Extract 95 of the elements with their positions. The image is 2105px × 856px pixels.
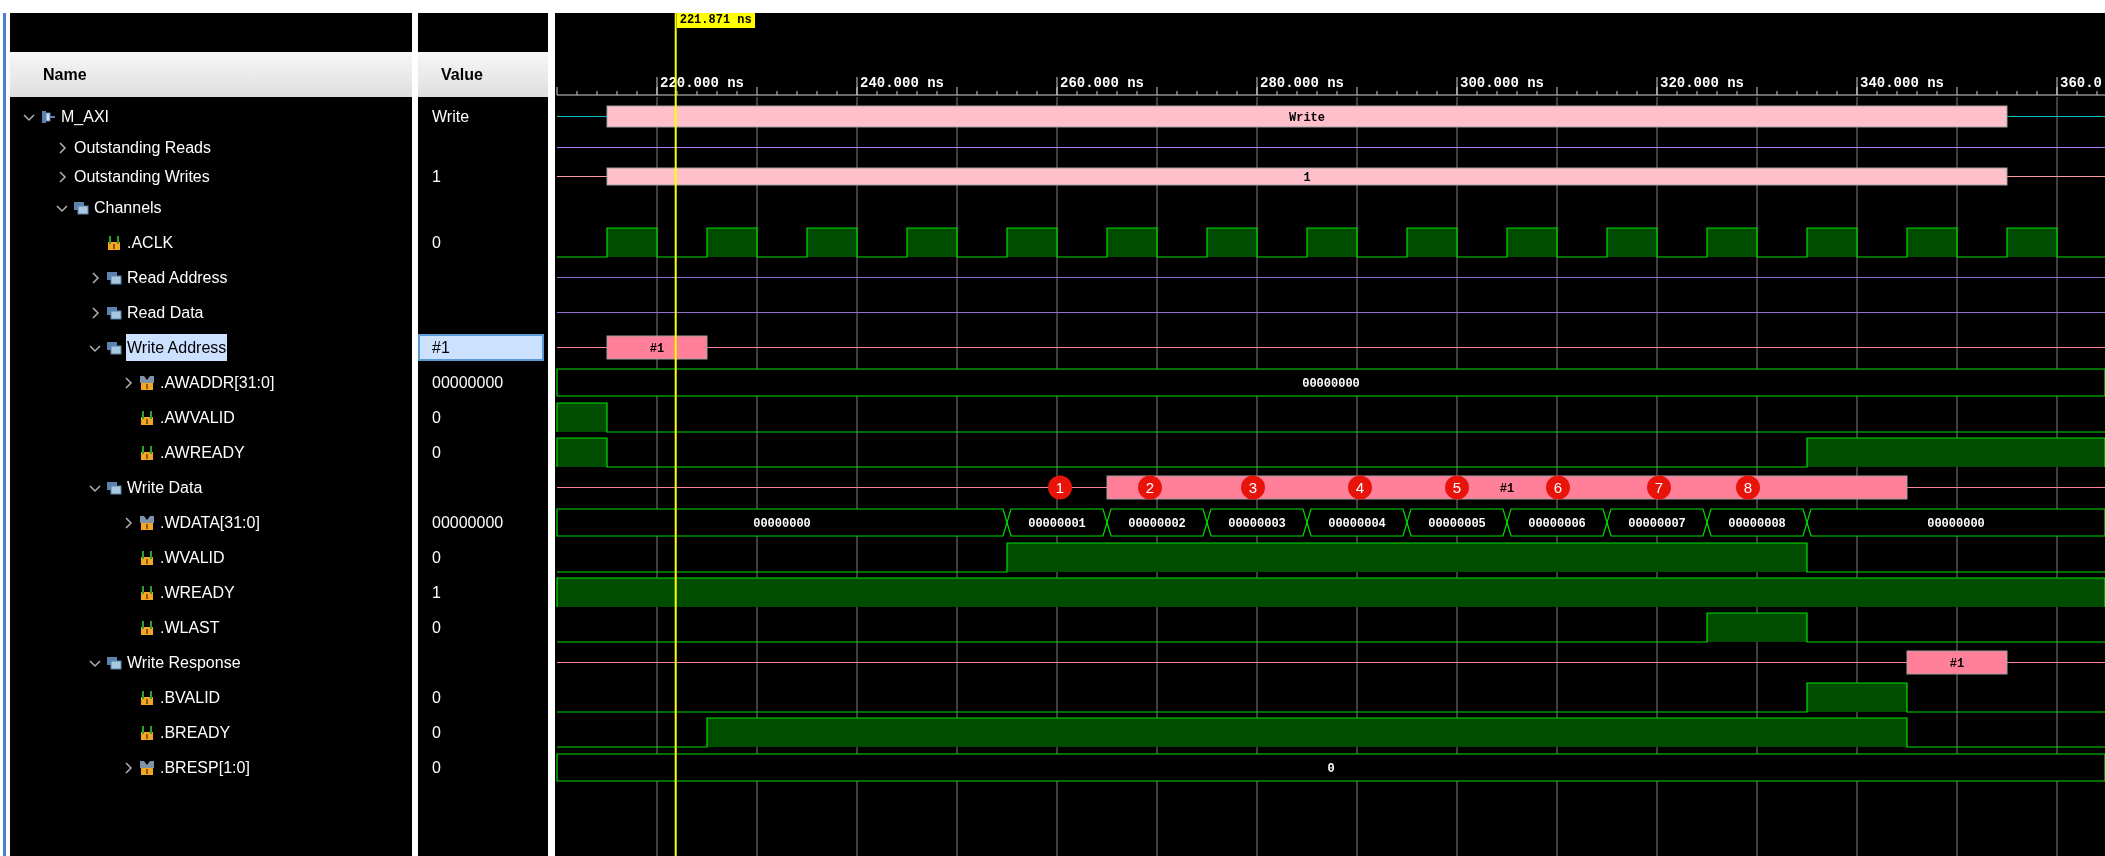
signal-name[interactable]: Write Address <box>126 334 228 361</box>
stacked-squares-icon <box>106 304 122 321</box>
time-label: 340.000 ns <box>1860 75 1944 91</box>
signal-value: #1 <box>418 334 544 361</box>
bus-icon <box>139 514 155 531</box>
signal-name[interactable]: Channels <box>93 194 163 222</box>
signal-icon <box>139 584 155 601</box>
signal-value: 1 <box>431 166 441 187</box>
time-label: 280.000 ns <box>1260 75 1344 91</box>
bus-value: 00000008 <box>1728 516 1786 531</box>
marker-number: 6 <box>1553 478 1563 496</box>
time-label: 240.000 ns <box>860 75 944 91</box>
bus-value: 00000003 <box>1228 516 1286 531</box>
signal-name[interactable]: .AWVALID <box>159 404 236 431</box>
bus-value: 00000000 <box>1302 376 1360 391</box>
stacked-squares-icon <box>106 339 122 356</box>
column-header[interactable]: Name <box>10 52 412 97</box>
marker-number: 1 <box>1055 478 1065 496</box>
bus-value: 00000001 <box>1028 516 1086 531</box>
signal-icon <box>139 444 155 461</box>
stacked-squares-icon <box>73 200 89 216</box>
signal-name[interactable]: Write Data <box>126 474 204 501</box>
time-label: 260.000 ns <box>1060 75 1144 91</box>
stacked-squares-icon <box>106 479 122 496</box>
marker-number: 2 <box>1145 478 1155 496</box>
signal-value: 1 <box>431 582 441 603</box>
marker-dot <box>1241 475 1265 500</box>
signal-name[interactable]: .AWADDR[31:0] <box>159 369 276 396</box>
marker-number: 4 <box>1355 478 1365 496</box>
signal-icon <box>139 689 155 706</box>
signal-name[interactable]: .WDATA[31:0] <box>159 509 261 536</box>
marker-dot <box>1445 475 1469 500</box>
transaction-label: Write <box>1289 110 1325 125</box>
signal-name[interactable]: M_AXI <box>60 103 110 130</box>
signal-name[interactable]: .WVALID <box>159 544 226 571</box>
signal-value: 0 <box>431 722 441 743</box>
bus-value: 00000004 <box>1328 516 1386 531</box>
time-label: 300.000 ns <box>1460 75 1544 91</box>
signal-icon <box>139 409 155 426</box>
signal-name[interactable]: .BREADY <box>159 719 232 746</box>
signal-name[interactable]: .WREADY <box>159 579 236 606</box>
signal-name[interactable]: .AWREADY <box>159 439 246 466</box>
signal-name[interactable]: Outstanding Writes <box>73 163 211 190</box>
signal-value: Write <box>431 106 470 127</box>
bus-value: 00000000 <box>753 516 811 531</box>
marker-dot <box>1048 475 1072 500</box>
transaction-label: #1 <box>649 341 665 356</box>
signal-name[interactable]: .WLAST <box>159 614 221 641</box>
cursor-time: 221.871 ns <box>676 13 755 28</box>
bus-value: 00000002 <box>1128 516 1186 531</box>
stacked-squares-icon <box>106 269 122 286</box>
signal-value: 0 <box>431 547 441 568</box>
signal-value: 0 <box>431 687 441 708</box>
marker-number: 8 <box>1743 478 1753 496</box>
transaction-label: #1 <box>1949 656 1965 671</box>
bus-icon <box>139 374 155 391</box>
marker-number: 7 <box>1654 478 1664 496</box>
signal-value: 0 <box>431 757 441 778</box>
marker-dot <box>1138 475 1162 500</box>
signal-value: 0 <box>431 617 441 638</box>
bus-value: 00000005 <box>1428 516 1486 531</box>
bus-icon <box>139 759 155 776</box>
transaction-label: #1 <box>1499 481 1515 496</box>
bus-value: 00000007 <box>1628 516 1686 531</box>
marker-number: 3 <box>1248 478 1258 496</box>
signal-name[interactable]: Outstanding Reads <box>73 134 212 161</box>
interface-icon <box>40 108 56 125</box>
marker-dot <box>1546 475 1570 500</box>
marker-number: 5 <box>1452 478 1462 496</box>
signal-icon <box>139 724 155 741</box>
bus-value: 00000000 <box>1927 516 1985 531</box>
bus-value: 00000006 <box>1528 516 1586 531</box>
signal-value: 0 <box>431 442 441 463</box>
marker-dot <box>1736 475 1760 500</box>
signal-name[interactable]: Write Response <box>126 649 242 676</box>
time-label: 360.0 <box>2060 75 2102 91</box>
signal-name[interactable]: .BVALID <box>159 684 222 711</box>
time-label: 320.000 ns <box>1660 75 1744 91</box>
signal-value: 0 <box>431 232 441 253</box>
signal-icon <box>139 549 155 566</box>
column-header[interactable]: Value <box>418 52 548 97</box>
signal-value: 0 <box>431 407 441 428</box>
signal-name[interactable]: .BRESP[1:0] <box>159 754 251 781</box>
marker-dot <box>1647 475 1671 500</box>
signal-value: 00000000 <box>431 512 504 533</box>
signal-icon <box>106 234 122 251</box>
stacked-squares-icon <box>106 654 122 671</box>
bus-value: 0 <box>1327 761 1335 776</box>
marker-dot <box>1348 475 1372 500</box>
signal-value: 00000000 <box>431 372 504 393</box>
signal-name[interactable]: .ACLK <box>126 229 175 256</box>
transaction-label: 1 <box>1303 170 1311 185</box>
signal-name[interactable]: Read Address <box>126 264 229 291</box>
signal-icon <box>139 619 155 636</box>
signal-name[interactable]: Read Data <box>126 299 205 326</box>
